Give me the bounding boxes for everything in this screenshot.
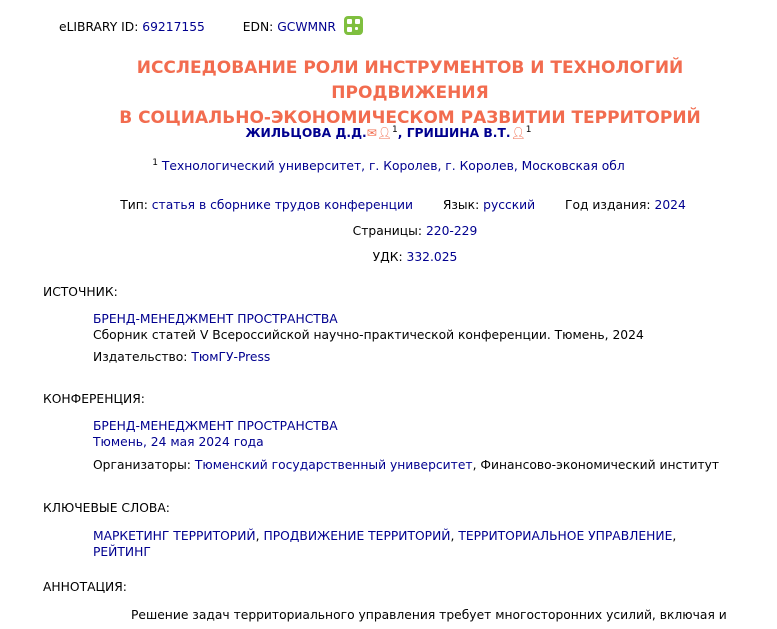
edn-link[interactable]: GCWMNR (277, 20, 336, 34)
organizers-label: Организаторы: (93, 458, 191, 472)
language-label: Язык: (442, 198, 480, 212)
source-title-link[interactable]: БРЕНД-МЕНЕДЖМЕНТ ПРОСТРАНСТВА (93, 312, 338, 326)
pages-row: Страницы: 220-229 (0, 224, 777, 238)
organizer-2: Финансово-экономический институт (480, 458, 720, 472)
keyword-link[interactable]: ПРОДВИЖЕНИЕ ТЕРРИТОРИЙ (263, 529, 450, 543)
pages-value[interactable]: 220-229 (426, 224, 477, 238)
year-value[interactable]: 2024 (655, 198, 686, 212)
person-icon[interactable]: 👤︎ (511, 126, 526, 140)
elibrary-id-label: eLIBRARY ID: (59, 20, 139, 34)
conference-title-link[interactable]: БРЕНД-МЕНЕДЖМЕНТ ПРОСТРАНСТВА (93, 419, 338, 433)
article-title: ИССЛЕДОВАНИЕ РОЛИ ИНСТРУМЕНТОВ И ТЕХНОЛО… (60, 56, 760, 131)
mail-icon[interactable]: ✉ (367, 126, 377, 140)
author-2-affil-sup: 1 (525, 125, 532, 135)
keyword-link[interactable]: МАРКЕТИНГ ТЕРРИТОРИЙ (93, 529, 256, 543)
language-value[interactable]: русский (483, 198, 535, 212)
edn-label: EDN: (242, 20, 274, 34)
elibrary-id-link[interactable]: 69217155 (142, 20, 205, 34)
source-description: Сборник статей V Всероссийской научно-пр… (93, 328, 644, 342)
annotation-text: Решение задач территориального управлени… (131, 608, 727, 622)
annotation-heading: АННОТАЦИЯ: (43, 580, 127, 594)
conference-date: Тюмень, 24 мая 2024 года (93, 435, 264, 449)
year-label: Год издания: (565, 198, 651, 212)
id-line: eLIBRARY ID: 69217155 EDN: GCWMNR (59, 16, 363, 35)
udk-label: УДК: (372, 250, 403, 264)
qr-code-icon[interactable] (343, 16, 363, 35)
keywords-heading: КЛЮЧЕВЫЕ СЛОВА: (43, 501, 170, 515)
source-heading: ИСТОЧНИК: (43, 285, 118, 299)
keyword-link[interactable]: ТЕРРИТОРИАЛЬНОЕ УПРАВЛЕНИЕ (458, 529, 672, 543)
author-1-link[interactable]: ЖИЛЬЦОВА Д.Д. (246, 126, 367, 140)
person-icon[interactable]: 👤︎ (377, 126, 392, 140)
title-line-1: ИССЛЕДОВАНИЕ РОЛИ ИНСТРУМЕНТОВ И ТЕХНОЛО… (136, 58, 684, 103)
publisher-row: Издательство: ТюмГУ-Press (93, 350, 270, 364)
organizer-1-link[interactable]: Тюменский государственный университет (195, 458, 473, 472)
udk-value[interactable]: 332.025 (407, 250, 458, 264)
type-value[interactable]: статья в сборнике трудов конференции (152, 198, 413, 212)
meta-row: Тип: статья в сборнике трудов конференци… (0, 198, 777, 212)
keywords-list: МАРКЕТИНГ ТЕРРИТОРИЙ, ПРОДВИЖЕНИЕ ТЕРРИТ… (93, 529, 677, 559)
author-2-link[interactable]: ГРИШИНА В.Т. (407, 126, 511, 140)
affiliation-link[interactable]: Технологический университет, г. Королев,… (162, 159, 625, 173)
authors-line: ЖИЛЬЦОВА Д.Д.✉👤︎1, ГРИШИНА В.Т.👤︎1 (245, 125, 532, 141)
affiliation-sup: 1 (152, 158, 158, 168)
publisher-label: Издательство: (93, 350, 188, 364)
conference-heading: КОНФЕРЕНЦИЯ: (43, 392, 145, 406)
organizers-row: Организаторы: Тюменский государственный … (93, 458, 720, 472)
keyword-link[interactable]: РЕЙТИНГ (93, 545, 151, 559)
publisher-link[interactable]: ТюмГУ-Press (191, 350, 270, 364)
udk-row: УДК: 332.025 (0, 250, 777, 264)
type-label: Тип: (120, 198, 148, 212)
pages-label: Страницы: (352, 224, 423, 238)
affiliation: 1 Технологический университет, г. Короле… (0, 158, 777, 173)
